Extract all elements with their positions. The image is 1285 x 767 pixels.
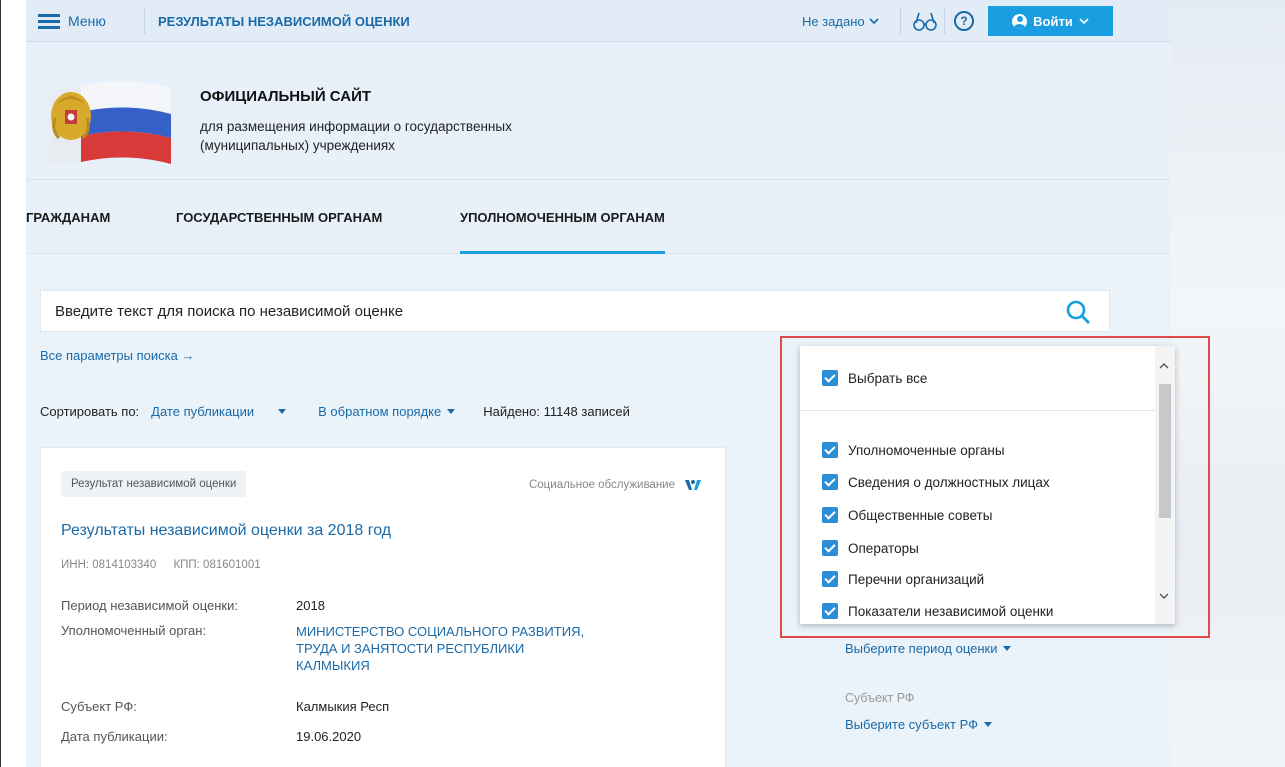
- region-label: Не задано: [802, 13, 865, 29]
- login-label: Войти: [1033, 13, 1073, 29]
- authority-link[interactable]: МИНИСТЕРСТВО СОЦИАЛЬНОГО РАЗВИТИЯ, ТРУДА…: [296, 623, 596, 674]
- found-count: Найдено: 11148 записей: [483, 403, 630, 419]
- type-filter-dropdown-panel: Выбрать все Уполномоченные органы Сведен…: [800, 346, 1175, 624]
- search-bar: [40, 290, 1110, 332]
- scroll-up-arrow-icon[interactable]: [1159, 362, 1169, 369]
- top-bar: Меню РЕЗУЛЬТАТЫ НЕЗАВИСИМОЙ ОЦЕНКИ Не за…: [26, 0, 1170, 42]
- category-label: Социальное обслуживание: [529, 478, 703, 492]
- kpp: КПП: 081601001: [173, 559, 261, 571]
- site-title: ОФИЦИАЛЬНЫЙ САЙТ: [200, 88, 372, 105]
- chevron-down-icon: [869, 17, 879, 24]
- checkbox-checked-icon: [822, 571, 838, 587]
- period-label: Период независимой оценки:: [61, 598, 238, 613]
- help-icon[interactable]: ?: [954, 11, 974, 31]
- inn: ИНН: 0814103340: [61, 559, 157, 571]
- subject-filter-link-label: Выберите субъект РФ: [845, 717, 979, 732]
- result-card: Результат независимой оценки Социальное …: [40, 447, 726, 767]
- scrollbar-thumb[interactable]: [1159, 384, 1171, 518]
- main-navigation: ГРАЖДАНАМ ГОСУДАРСТВЕННЫМ ОРГАНАМ УПОЛНО…: [26, 180, 1170, 254]
- sort-field-label: Дате публикации: [151, 403, 255, 419]
- select-all-label: Выбрать все: [848, 370, 928, 386]
- site-header: ОФИЦИАЛЬНЫЙ САЙТ для размещения информац…: [26, 42, 1170, 180]
- dropdown-option[interactable]: Уполномоченные органы: [822, 442, 1005, 458]
- option-label: Операторы: [848, 540, 919, 556]
- search-icon[interactable]: [1065, 299, 1091, 325]
- sort-label: Сортировать по:: [40, 403, 140, 419]
- triangle-down-icon: [1003, 646, 1012, 651]
- option-label: Сведения о должностных лицах: [848, 474, 1050, 490]
- subject-label: Субъект РФ:: [61, 699, 137, 714]
- window-frame-left: [0, 0, 1, 767]
- subject-filter-label: Субъект РФ: [845, 691, 915, 705]
- separator: [900, 8, 901, 34]
- separator: [944, 8, 945, 34]
- sort-order-dropdown[interactable]: В обратном порядке: [318, 403, 456, 419]
- category-text: Социальное обслуживание: [528, 479, 675, 491]
- triangle-down-icon: [278, 408, 287, 414]
- option-label: Общественные советы: [848, 507, 993, 523]
- menu-button[interactable]: Меню: [38, 0, 106, 42]
- region-selector[interactable]: Не задано: [802, 0, 879, 42]
- site-subtitle: для размещения информации о государствен…: [200, 119, 512, 153]
- all-search-params-link[interactable]: Все параметры поиска →: [40, 348, 194, 363]
- subject-filter-dropdown[interactable]: Выберите субъект РФ: [845, 717, 993, 732]
- russian-flag-emblem-logo[interactable]: [41, 76, 171, 168]
- dropdown-option[interactable]: Показатели независимой оценки: [822, 603, 1053, 619]
- search-input[interactable]: [41, 291, 1041, 331]
- publication-date-label: Дата публикации:: [61, 729, 168, 744]
- checkbox-checked-icon: [822, 603, 838, 619]
- sort-row: Сортировать по: Дате публикации В обратн…: [40, 402, 630, 420]
- sort-field-dropdown[interactable]: Дате публикации: [151, 403, 287, 419]
- login-button[interactable]: Войти: [988, 6, 1113, 36]
- nav-citizens[interactable]: ГРАЖДАНАМ: [26, 180, 110, 254]
- checkbox-checked-icon: [822, 507, 838, 523]
- dropdown-option[interactable]: Операторы: [822, 540, 919, 556]
- option-label: Перечни организаций: [848, 571, 985, 587]
- section-title[interactable]: РЕЗУЛЬТАТЫ НЕЗАВИСИМОЙ ОЦЕНКИ: [158, 0, 410, 42]
- hamburger-icon: [38, 14, 60, 29]
- dropdown-scrollbar[interactable]: [1155, 346, 1175, 624]
- checkbox-checked-icon: [822, 370, 838, 386]
- checkbox-checked-icon: [822, 474, 838, 490]
- period-filter-dropdown[interactable]: Выберите период оценки: [845, 641, 1012, 656]
- checkbox-checked-icon: [822, 540, 838, 556]
- separator: [144, 8, 145, 34]
- right-background: [1170, 0, 1285, 767]
- result-type-badge: Результат независимой оценки: [61, 471, 247, 497]
- sort-order-label: В обратном порядке: [318, 403, 442, 419]
- result-title-link[interactable]: Результаты независимой оценки за 2018 го…: [61, 522, 391, 540]
- select-all-checkbox[interactable]: Выбрать все: [822, 370, 927, 386]
- dropdown-option[interactable]: Общественные советы: [822, 507, 992, 523]
- dropdown-option[interactable]: Перечни организаций: [822, 571, 984, 587]
- accessibility-glasses-icon[interactable]: [912, 9, 938, 33]
- authority-label: Уполномоченный орган:: [61, 623, 207, 638]
- nav-authorized-bodies[interactable]: УПОЛНОМОЧЕННЫМ ОРГАНАМ: [460, 180, 665, 254]
- user-icon: [1012, 13, 1028, 29]
- scroll-down-arrow-icon[interactable]: [1159, 593, 1169, 600]
- org-identifiers: ИНН: 0814103340 КПП: 081601001: [61, 559, 275, 571]
- dropdown-option[interactable]: Сведения о должностных лицах: [822, 474, 1050, 490]
- divider: [800, 410, 1155, 411]
- triangle-down-icon: [984, 722, 993, 727]
- period-value: 2018: [296, 598, 325, 613]
- menu-label: Меню: [68, 13, 106, 29]
- checkbox-checked-icon: [822, 442, 838, 458]
- hands-heart-icon: [685, 480, 701, 490]
- option-label: Уполномоченные органы: [848, 442, 1005, 458]
- triangle-down-icon: [447, 408, 456, 414]
- chevron-down-icon: [1079, 17, 1089, 24]
- period-filter-label: Выберите период оценки: [845, 641, 998, 656]
- option-label: Показатели независимой оценки: [848, 603, 1054, 619]
- subject-value: Калмыкия Респ: [296, 699, 390, 714]
- publication-date-value: 19.06.2020: [296, 729, 362, 744]
- nav-government-bodies[interactable]: ГОСУДАРСТВЕННЫМ ОРГАНАМ: [176, 180, 382, 254]
